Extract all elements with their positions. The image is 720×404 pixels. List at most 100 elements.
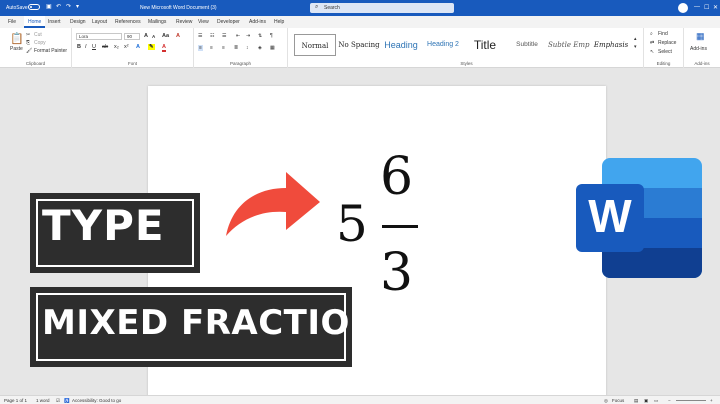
word-logo-letter: W [588,190,632,242]
search-box[interactable]: ⌕ Search [310,3,454,13]
focus-icon[interactable]: ◎ [604,398,608,404]
type-banner: TYPE [30,193,200,273]
change-case-button[interactable]: Aa [162,33,169,39]
copy-button[interactable]: Copy [34,40,46,46]
focus-button[interactable]: Focus [612,398,624,403]
copy-icon[interactable]: ⎘ [26,40,30,46]
tab-design[interactable]: Design [70,19,86,25]
page-count[interactable]: Page 1 of 1 [4,398,27,403]
increase-indent-icon[interactable]: ⇥ [246,33,250,39]
addins-button[interactable]: Add-ins [690,46,707,52]
style-heading[interactable]: Heading [380,34,422,56]
read-mode-icon[interactable]: ▤ [634,398,638,404]
bold-button[interactable]: B [77,44,81,50]
format-painter-icon[interactable]: 🖌 [26,48,32,54]
replace-button[interactable]: Replace [658,40,676,46]
justify-icon[interactable]: ≣ [234,45,238,51]
fraction-numerator[interactable]: 6 [380,147,413,207]
mixed-fraction-banner: MIXED FRACTION [30,287,378,367]
strikethrough-button[interactable]: ab [102,44,108,50]
mixed-fraction-banner-text: MIXED FRACTION [42,303,379,343]
ribbon-tabs: File Home Insert Design Layout Reference… [0,16,720,28]
accessibility-icon[interactable]: ♿ [64,398,70,404]
align-right-icon[interactable]: ≡ [222,45,225,51]
font-group: Lora 90 A A Aa A B I U ab x₂ x² A ✎ A Fo… [72,28,194,68]
style-subtitle[interactable]: Subtitle [506,34,548,56]
print-layout-icon[interactable]: ▣ [644,398,648,404]
web-layout-icon[interactable]: ▭ [654,398,658,404]
minimize-icon[interactable]: — [694,4,700,10]
select-icon[interactable]: ↖ [650,49,654,55]
select-button[interactable]: Select [658,49,672,55]
avatar[interactable] [678,3,688,13]
style-heading-2[interactable]: Heading 2 [422,34,464,56]
search-icon: ⌕ [315,4,319,10]
numbering-icon[interactable]: ☷ [210,33,214,39]
line-spacing-icon[interactable]: ↕ [246,45,249,51]
zoom-in-icon[interactable]: + [710,398,713,403]
replace-icon[interactable]: ⇄ [650,40,654,46]
save-icon[interactable]: ▣ [46,4,52,10]
shrink-font-button[interactable]: A [152,34,155,39]
show-formatting-icon[interactable]: ¶ [270,33,273,39]
close-icon[interactable]: ✕ [713,4,718,11]
style-subtle-emphasis[interactable]: Subtle Emp... [548,34,590,56]
tab-view[interactable]: View [198,19,209,25]
accessibility-status[interactable]: Accessibility: Good to go [72,398,121,403]
grow-font-button[interactable]: A [144,33,148,39]
tab-home[interactable]: Home [24,16,46,28]
zoom-out-icon[interactable]: − [668,398,671,403]
multilevel-list-icon[interactable]: ☰ [222,33,226,39]
find-icon[interactable]: ⌕ [650,31,653,37]
paste-icon[interactable]: 📋 [10,32,24,45]
autosave-toggle[interactable] [28,4,40,10]
style-no-spacing[interactable]: No Spacing [338,34,380,56]
font-name-field[interactable]: Lora [76,33,122,40]
shading-icon[interactable]: ◈ [258,45,262,51]
paste-button[interactable]: Paste [10,46,23,52]
align-center-icon[interactable]: ≡ [210,45,213,51]
zoom-slider[interactable] [676,400,706,401]
format-painter-button[interactable]: Format Painter [34,48,67,54]
sort-icon[interactable]: ⇅ [258,33,262,39]
style-normal[interactable]: Normal [294,34,336,56]
styles-scroll-down-icon[interactable]: ▾ [634,44,637,50]
tab-addins[interactable]: Add-ins [249,19,266,25]
tab-references[interactable]: References [115,19,141,25]
subscript-button[interactable]: x₂ [114,44,119,50]
maximize-icon[interactable]: ☐ [704,4,709,11]
proofing-icon[interactable]: ☑ [56,398,60,404]
undo-icon[interactable]: ↶ [56,4,61,10]
cut-button[interactable]: Cut [34,32,42,38]
styles-scroll-up-icon[interactable]: ▴ [634,36,637,42]
clear-formatting-icon[interactable]: A [176,33,180,39]
addins-icon[interactable]: ▦ [696,31,705,42]
cut-icon[interactable]: ✂ [26,32,30,38]
tab-help[interactable]: Help [274,19,284,25]
tab-mailings[interactable]: Mailings [148,19,166,25]
find-button[interactable]: Find [658,31,668,37]
tab-insert[interactable]: Insert [48,19,61,25]
italic-button[interactable]: I [85,44,87,50]
customize-quick-access-icon[interactable]: ▾ [76,4,79,10]
align-left-icon[interactable]: ≡ [198,45,203,51]
tab-review[interactable]: Review [176,19,192,25]
fraction-denominator[interactable]: 3 [380,243,413,303]
style-emphasis[interactable]: Emphasis [590,34,632,56]
style-title[interactable]: Title [464,34,506,56]
word-count[interactable]: 1 word [36,398,50,403]
text-effects-icon[interactable]: A [136,44,140,50]
font-size-field[interactable]: 90 [124,33,140,40]
decrease-indent-icon[interactable]: ⇤ [236,33,240,39]
tab-developer[interactable]: Developer [217,19,240,25]
font-color-icon[interactable]: A [162,44,166,52]
bullets-icon[interactable]: ☰ [198,33,202,39]
borders-icon[interactable]: ▦ [270,45,275,51]
fraction-whole-number[interactable]: 5 [336,195,368,253]
underline-button[interactable]: U [92,44,96,50]
tab-layout[interactable]: Layout [92,19,107,25]
redo-icon[interactable]: ↷ [66,4,71,10]
highlight-color-icon[interactable]: ✎ [148,44,155,50]
superscript-button[interactable]: x² [124,44,129,50]
tab-file[interactable]: File [8,19,16,25]
